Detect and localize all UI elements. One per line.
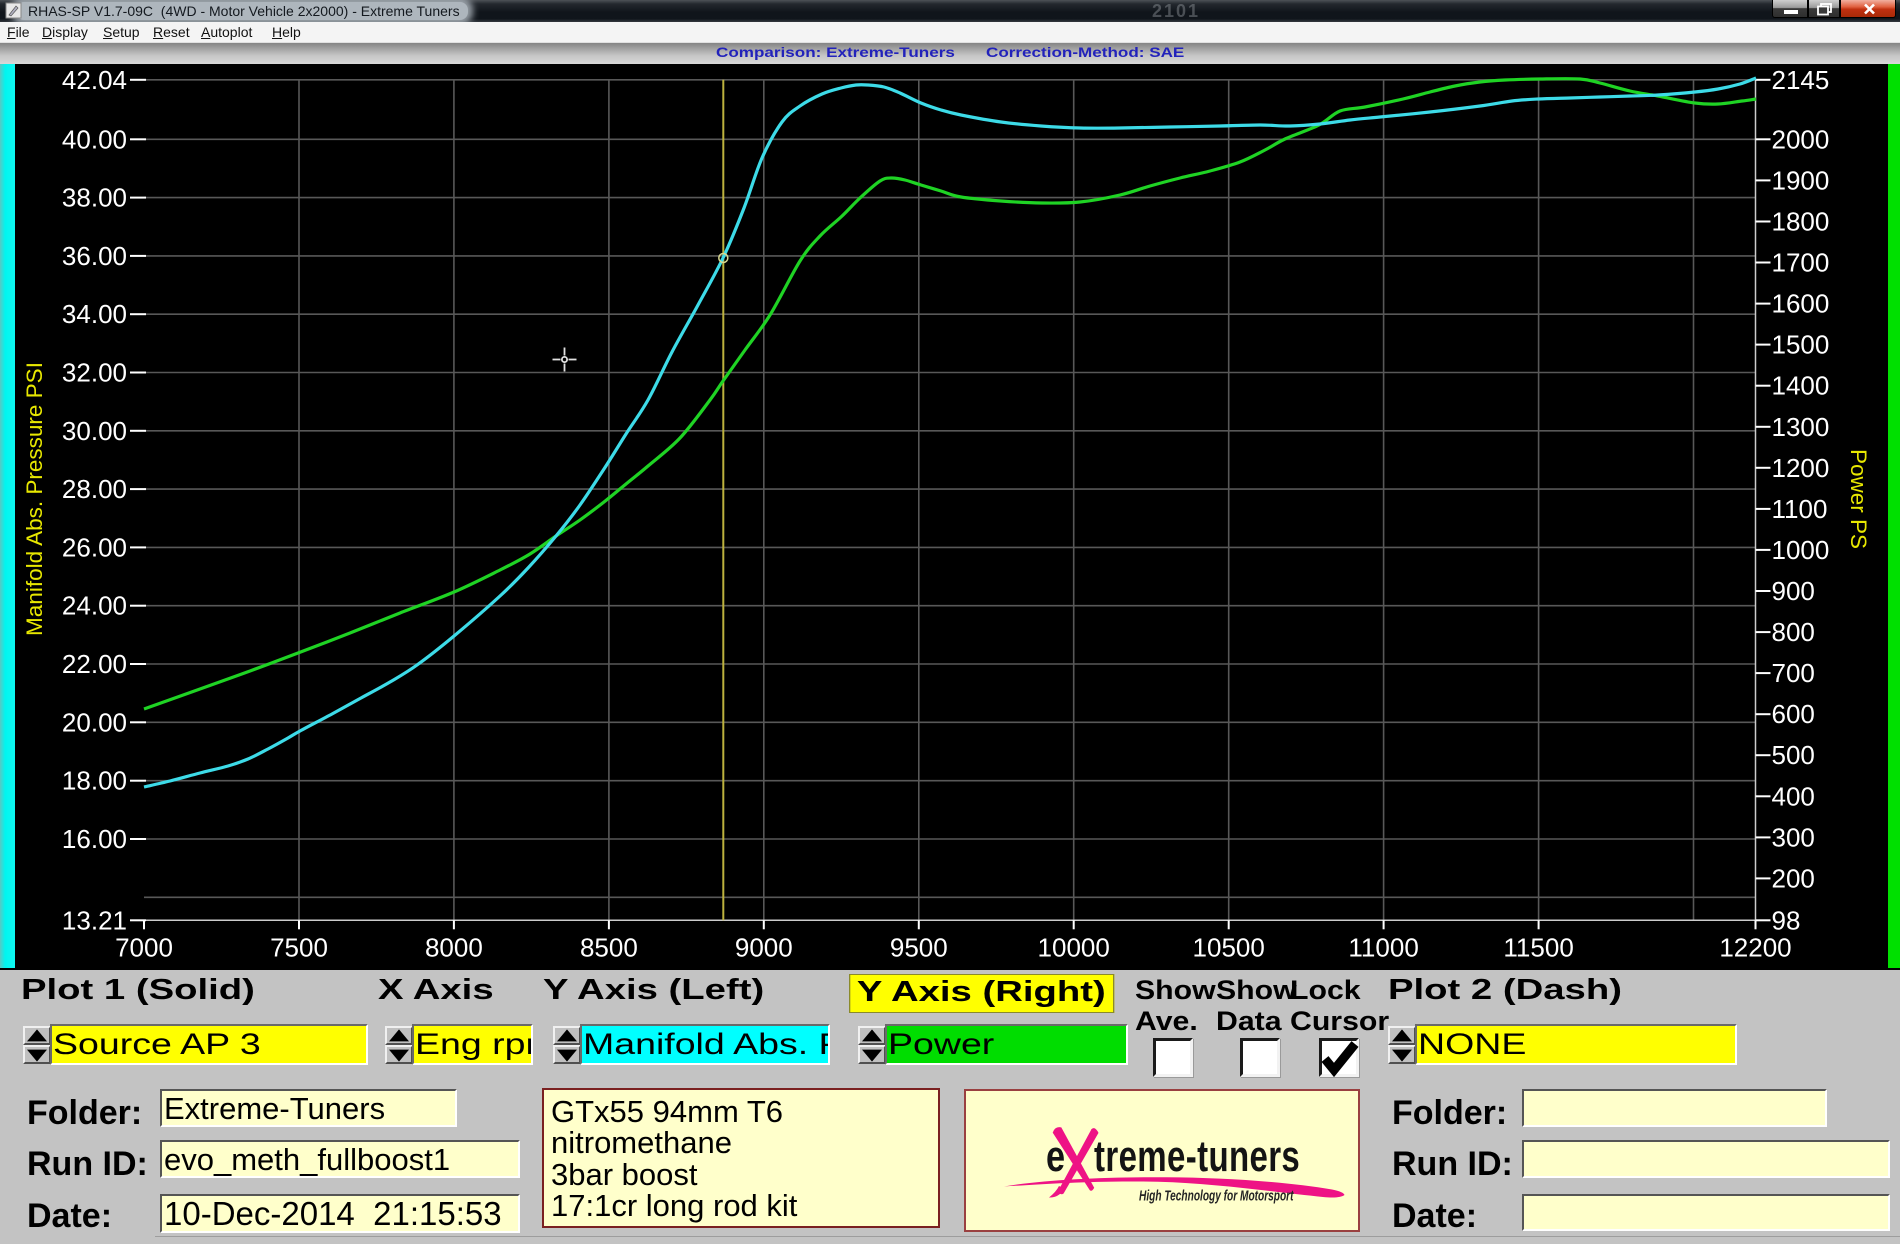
svg-text:12200: 12200: [1719, 932, 1791, 962]
svg-text:300: 300: [1772, 822, 1815, 852]
svg-text:8500: 8500: [580, 932, 638, 962]
svg-text:24.00: 24.00: [62, 591, 127, 621]
svg-text:1500: 1500: [1772, 330, 1830, 360]
svg-text:High Technology for Motorsport: High Technology for Motorsport: [1139, 1188, 1294, 1204]
svg-text:1700: 1700: [1772, 248, 1830, 278]
svg-text:700: 700: [1772, 658, 1815, 688]
svg-text:9500: 9500: [890, 932, 948, 962]
svg-text:10500: 10500: [1193, 932, 1265, 962]
svg-text:1900: 1900: [1772, 165, 1830, 195]
svg-text:1200: 1200: [1772, 453, 1830, 483]
svg-text:200: 200: [1772, 863, 1815, 893]
svg-text:11000: 11000: [1348, 932, 1418, 962]
svg-text:40.00: 40.00: [62, 124, 127, 154]
svg-text:7500: 7500: [270, 932, 328, 962]
svg-text:32.00: 32.00: [62, 358, 127, 388]
svg-text:34.00: 34.00: [62, 299, 127, 329]
svg-text:2000: 2000: [1772, 124, 1830, 154]
svg-text:30.00: 30.00: [62, 416, 127, 446]
svg-text:2145: 2145: [1772, 65, 1830, 95]
svg-text:10000: 10000: [1038, 932, 1110, 962]
svg-text:treme-tuners: treme-tuners: [1094, 1133, 1300, 1182]
svg-text:1800: 1800: [1772, 207, 1830, 237]
svg-text:18.00: 18.00: [62, 766, 127, 796]
svg-text:8000: 8000: [425, 932, 483, 962]
svg-text:22.00: 22.00: [62, 649, 127, 679]
svg-text:16.00: 16.00: [62, 824, 127, 854]
svg-text:38.00: 38.00: [62, 183, 127, 213]
svg-text:Manifold Abs. Pressure PSI: Manifold Abs. Pressure PSI: [22, 362, 47, 636]
svg-text:26.00: 26.00: [62, 532, 127, 562]
svg-text:1100: 1100: [1772, 494, 1828, 524]
svg-text:900: 900: [1772, 576, 1815, 606]
svg-text:9000: 9000: [735, 932, 793, 962]
svg-text:1600: 1600: [1772, 289, 1830, 319]
svg-text:800: 800: [1772, 617, 1815, 647]
svg-text:20.00: 20.00: [62, 707, 127, 737]
svg-text:1000: 1000: [1772, 535, 1830, 565]
svg-text:400: 400: [1772, 781, 1815, 811]
svg-text:98: 98: [1772, 905, 1801, 935]
svg-text:Power PS: Power PS: [1846, 449, 1871, 549]
svg-text:600: 600: [1772, 699, 1815, 729]
svg-text:11500: 11500: [1503, 932, 1573, 962]
svg-text:28.00: 28.00: [62, 474, 127, 504]
svg-text:1300: 1300: [1772, 412, 1830, 442]
svg-text:42.04: 42.04: [62, 65, 127, 95]
svg-text:1400: 1400: [1772, 371, 1830, 401]
svg-text:7000: 7000: [115, 932, 173, 962]
svg-text:36.00: 36.00: [62, 241, 127, 271]
svg-text:500: 500: [1772, 740, 1815, 770]
svg-text:13.21: 13.21: [62, 905, 127, 935]
